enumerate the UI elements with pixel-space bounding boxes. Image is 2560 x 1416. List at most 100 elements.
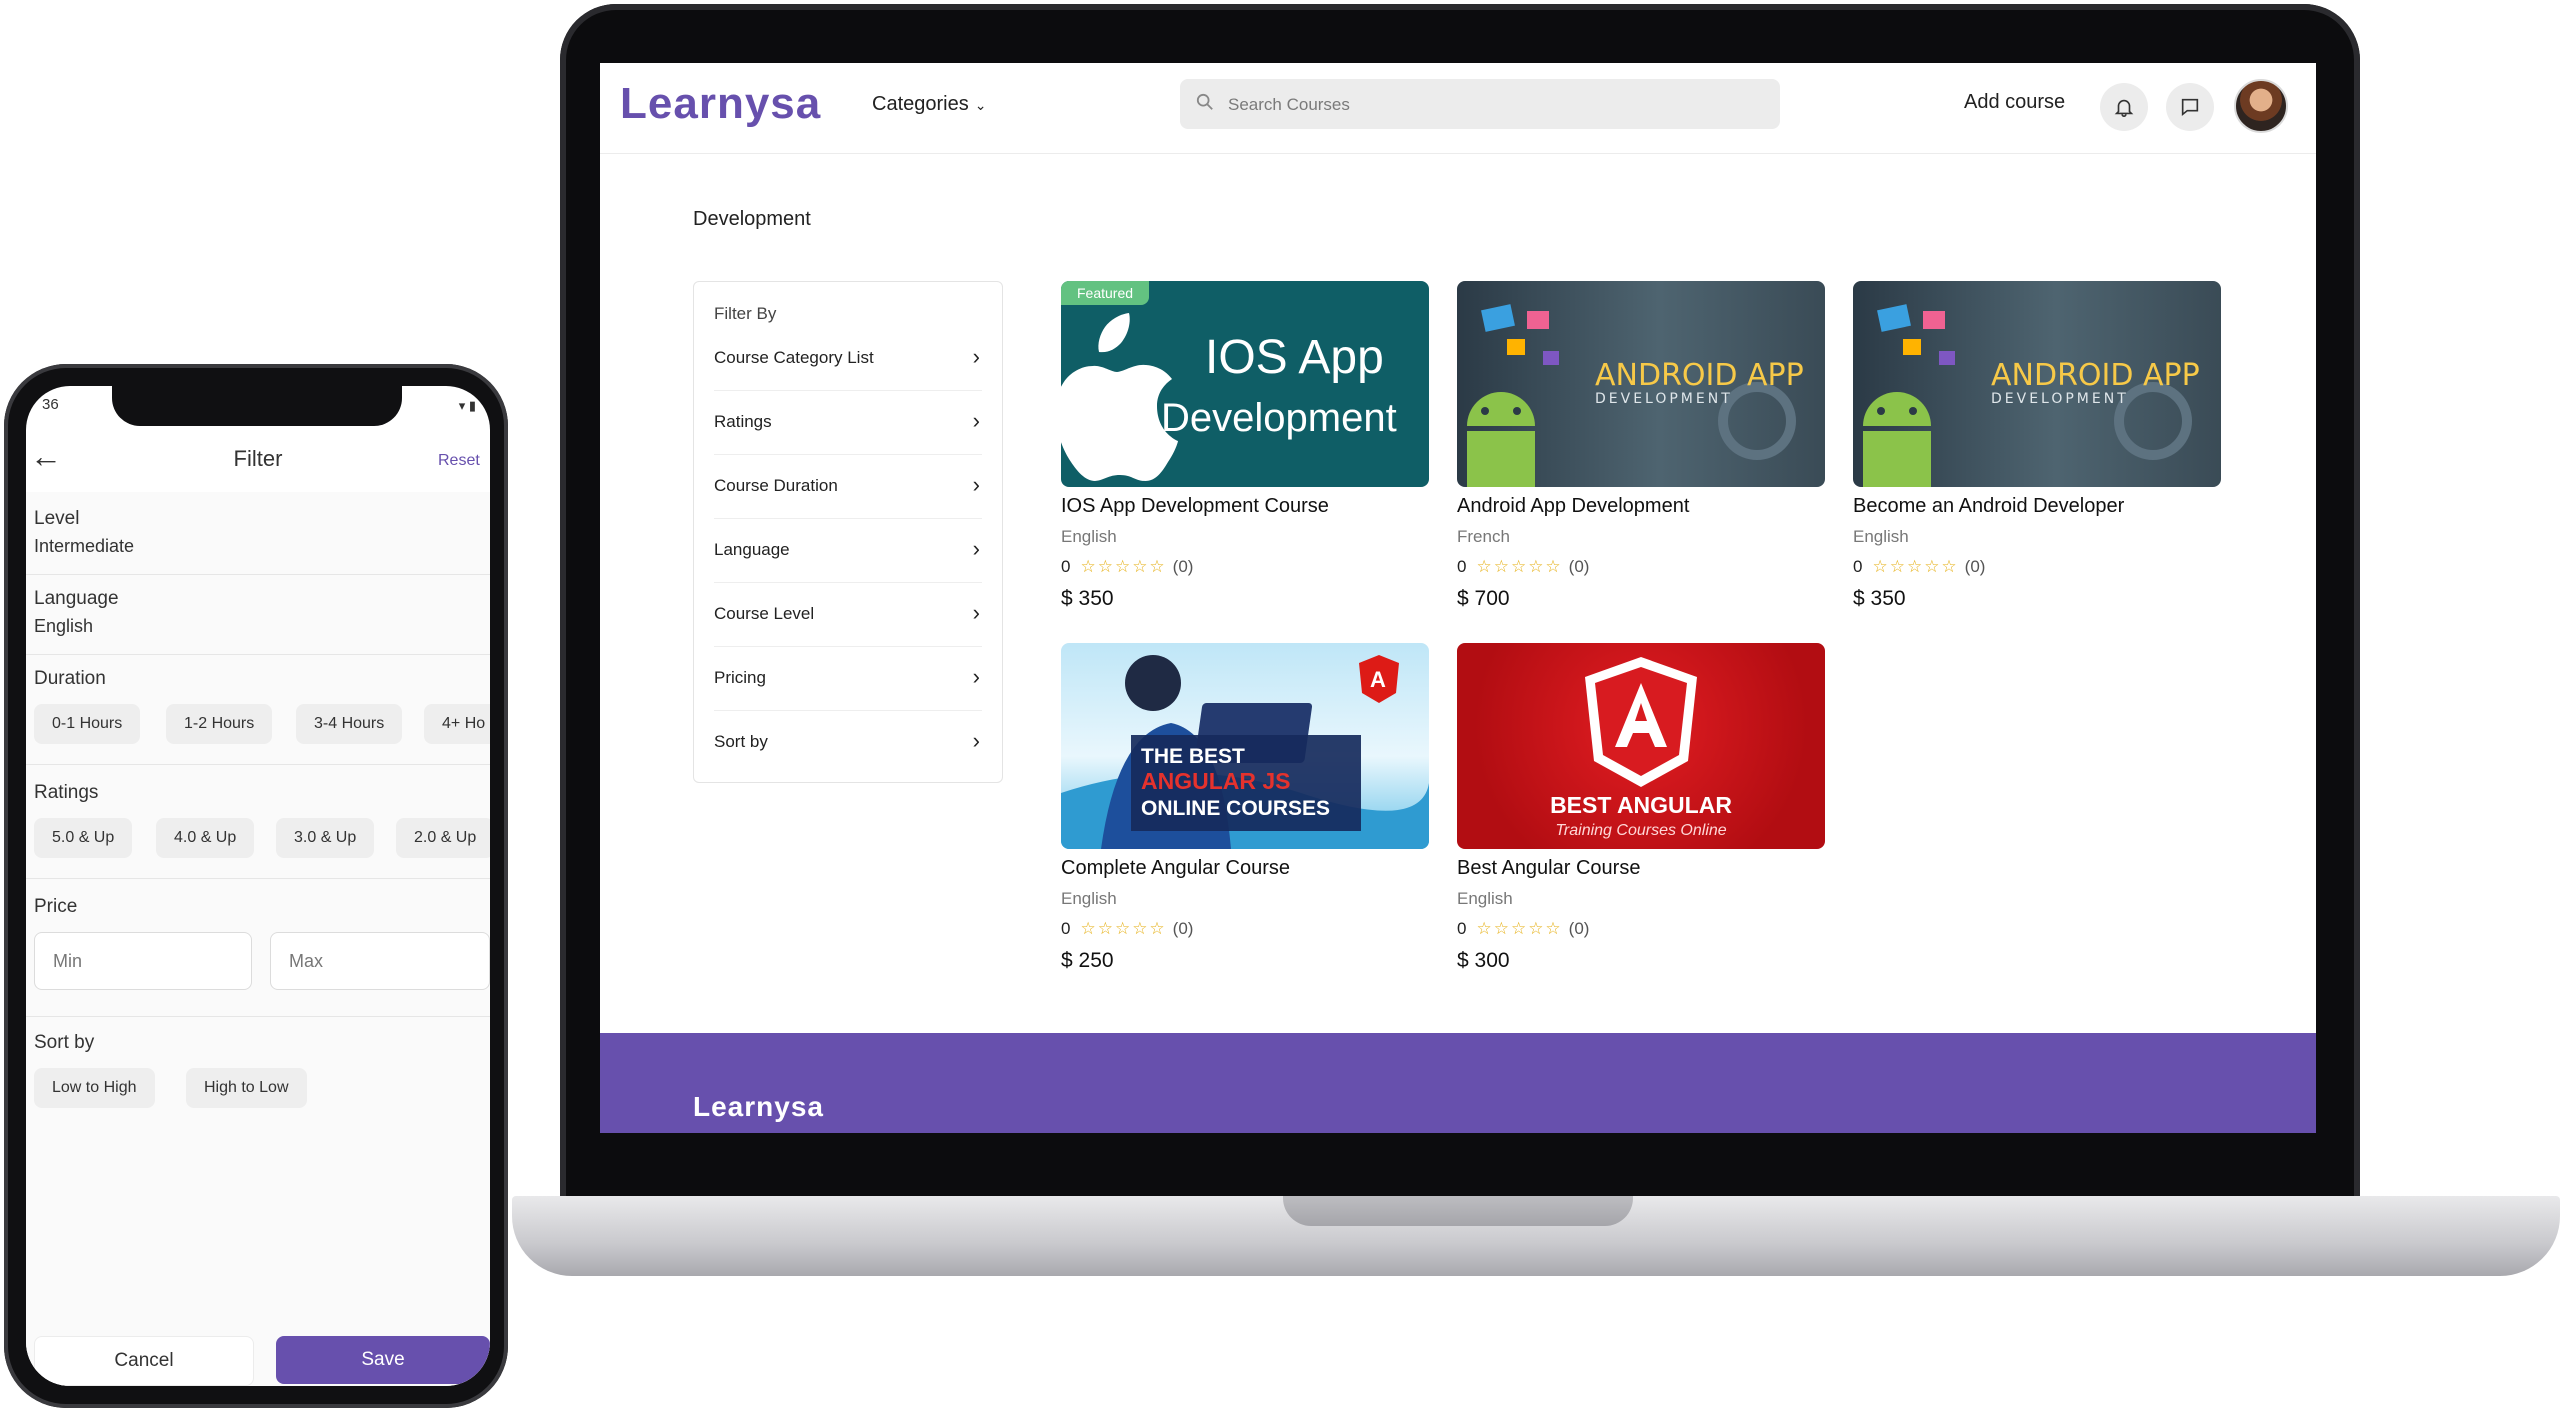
svg-text:A: A (1370, 667, 1386, 692)
search-bar[interactable] (1180, 79, 1780, 131)
duration-heading: Duration (34, 668, 106, 689)
course-rating: 0 ☆☆☆☆☆ (0) (1853, 557, 1985, 577)
search-input[interactable] (1226, 79, 1770, 131)
thumb-text: IOS App (1205, 331, 1384, 384)
phone-frame: 36 ▾ ▮ ← Filter Reset Level Intermediate… (4, 364, 508, 1408)
rating-value: 0 (1061, 557, 1071, 576)
level-select[interactable]: Intermediate (34, 536, 134, 557)
save-button[interactable]: Save (276, 1336, 490, 1384)
chevron-right-icon: › (972, 600, 980, 625)
thumb-text: ANDROID APP (1991, 358, 2200, 393)
chevron-right-icon: › (972, 664, 980, 689)
duration-chip[interactable]: 0-1 Hours (34, 704, 141, 744)
divider (26, 764, 490, 765)
filter-item-sort[interactable]: Sort by › (714, 710, 982, 774)
filter-item-label: Course Level (714, 604, 815, 623)
duration-chip[interactable]: 4+ Ho (424, 704, 490, 744)
course-thumbnail: ANDROID APP DEVELOPMENT (1457, 281, 1825, 487)
language-select[interactable]: English (34, 616, 93, 637)
rating-chip[interactable]: 2.0 & Up (396, 818, 490, 858)
rating-value: 0 (1061, 919, 1071, 938)
thumb-text: THE BEST (1141, 745, 1245, 768)
course-rating: 0 ☆☆☆☆☆ (0) (1457, 919, 1589, 939)
course-title[interactable]: Become an Android Developer (1853, 495, 2124, 518)
course-title[interactable]: Android App Development (1457, 495, 1689, 518)
course-price: $ 350 (1061, 587, 1114, 610)
angular-js-thumbnail-art: A THE BEST ANGULAR JS ONLINE COURSES (1061, 655, 1429, 849)
rating-count: (0) (1964, 557, 1986, 576)
rating-count: (0) (1568, 919, 1590, 938)
rating-chip[interactable]: 5.0 & Up (34, 818, 133, 858)
status-time: 36 (42, 396, 59, 413)
star-icon: ☆☆☆☆☆ (1872, 557, 1959, 576)
rating-chip[interactable]: 3.0 & Up (276, 818, 375, 858)
ios-thumbnail-art: IOS App Development (1061, 313, 1397, 481)
rating-chip[interactable]: 4.0 & Up (156, 818, 255, 858)
duration-chip[interactable]: 1-2 Hours (166, 704, 273, 744)
android-thumbnail-art: ANDROID APP DEVELOPMENT (1467, 304, 1804, 487)
filter-item-language[interactable]: Language › (714, 518, 982, 583)
bell-icon (2114, 99, 2134, 117)
sort-chip[interactable]: High to Low (186, 1068, 307, 1108)
course-card[interactable]: A THE BEST ANGULAR JS ONLINE COURSES Com… (1061, 643, 1429, 993)
course-card[interactable]: ANDROID APP DEVELOPMENT Become an Androi… (1853, 281, 2221, 631)
course-card[interactable]: ANDROID APP DEVELOPMENT Android App Deve… (1457, 281, 1825, 631)
filter-panel: Filter By Course Category List › Ratings ›… (693, 281, 1003, 783)
filter-item-pricing[interactable]: Pricing › (714, 646, 982, 711)
filter-item-level[interactable]: Course Level › (714, 582, 982, 647)
top-navbar: Learnysa Categories ⌄ Add course (600, 63, 2316, 154)
rating-count: (0) (1172, 919, 1194, 938)
price-min-input[interactable] (34, 932, 252, 990)
course-card[interactable]: BEST ANGULAR Training Courses Online Bes… (1457, 643, 1825, 993)
filter-item-duration[interactable]: Course Duration › (714, 454, 982, 519)
course-price: $ 300 (1457, 949, 1510, 972)
categories-label: Categories (872, 93, 969, 115)
filter-body: Level Intermediate Language English Dura… (26, 492, 490, 1386)
course-card[interactable]: Featured IOS App Development IOS App Dev… (1061, 281, 1429, 631)
duration-chip[interactable]: 3-4 Hours (296, 704, 403, 744)
course-title[interactable]: IOS App Development Course (1061, 495, 1329, 518)
filter-item-label: Course Category List (714, 348, 874, 367)
notifications-button[interactable] (2100, 83, 2148, 131)
filter-item-label: Sort by (714, 732, 768, 751)
course-language: English (1061, 889, 1117, 908)
dynamic-island (112, 386, 402, 426)
chat-icon (2181, 98, 2199, 117)
add-course-link[interactable]: Add course (1964, 91, 2065, 114)
chevron-right-icon: › (972, 344, 980, 369)
section-title: Development (693, 208, 811, 230)
course-language: French (1457, 527, 1510, 546)
course-title[interactable]: Best Angular Course (1457, 857, 1640, 880)
thumb-text: Development (1161, 396, 1397, 440)
messages-button[interactable] (2166, 83, 2214, 131)
site-logo[interactable]: Learnysa (620, 79, 821, 129)
footer-logo[interactable]: Learnysa (693, 1091, 824, 1123)
cancel-button[interactable]: Cancel (34, 1336, 254, 1386)
course-thumbnail: IOS App Development (1061, 281, 1429, 487)
search-icon (1196, 93, 1213, 110)
filter-header: ← Filter Reset (26, 432, 490, 492)
filter-item-ratings[interactable]: Ratings › (714, 390, 982, 455)
page-title: Filter (233, 446, 283, 471)
level-heading: Level (34, 508, 80, 529)
price-max-input[interactable] (270, 932, 490, 990)
featured-badge: Featured (1061, 281, 1150, 305)
categories-dropdown[interactable]: Categories ⌄ (872, 93, 986, 116)
rating-value: 0 (1853, 557, 1863, 576)
course-title[interactable]: Complete Angular Course (1061, 857, 1290, 880)
course-price: $ 700 (1457, 587, 1510, 610)
course-thumbnail: A THE BEST ANGULAR JS ONLINE COURSES (1061, 643, 1429, 849)
user-avatar[interactable] (2234, 79, 2288, 133)
sort-chip[interactable]: Low to High (34, 1068, 155, 1108)
course-language: English (1853, 527, 1909, 546)
angular-shield-art: BEST ANGULAR Training Courses Online (1550, 657, 1732, 839)
signal-wifi-battery-icon: ▾ ▮ (458, 398, 476, 413)
course-price: $ 250 (1061, 949, 1114, 972)
filter-item-category[interactable]: Course Category List › (714, 326, 982, 391)
chevron-right-icon: › (972, 408, 980, 433)
reset-button[interactable]: Reset (438, 452, 480, 470)
thumb-text: ANGULAR JS (1141, 768, 1291, 794)
price-heading: Price (34, 896, 78, 917)
android-thumbnail-art: ANDROID APP DEVELOPMENT (1863, 304, 2200, 487)
filter-item-label: Ratings (714, 412, 772, 431)
